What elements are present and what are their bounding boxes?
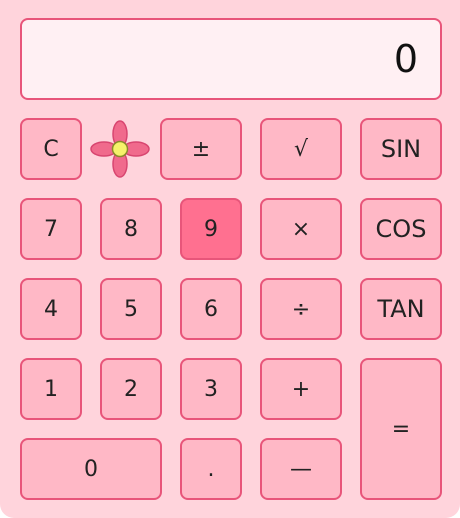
clear-button[interactable]: C — [20, 118, 82, 180]
multiply-button[interactable]: × — [260, 198, 342, 260]
digit-5-button[interactable]: 5 — [100, 278, 162, 340]
digit-0-button[interactable]: 0 — [20, 438, 162, 500]
minus-button[interactable]: — — [260, 438, 342, 500]
divide-button[interactable]: ÷ — [260, 278, 342, 340]
digit-4-button[interactable]: 4 — [20, 278, 82, 340]
display-screen: 0 — [20, 18, 442, 100]
digit-8-button[interactable]: 8 — [100, 198, 162, 260]
calculator: 0 C ± √ SIN 7 8 9 × COS 4 5 6 ÷ TAN 1 2 … — [0, 0, 460, 518]
sin-button[interactable]: SIN — [360, 118, 442, 180]
digit-7-button[interactable]: 7 — [20, 198, 82, 260]
digit-6-button[interactable]: 6 — [180, 278, 242, 340]
digit-1-button[interactable]: 1 — [20, 358, 82, 420]
plus-button[interactable]: + — [260, 358, 342, 420]
equals-button[interactable]: = — [360, 358, 442, 500]
digit-3-button[interactable]: 3 — [180, 358, 242, 420]
digit-9-button[interactable]: 9 — [180, 198, 242, 260]
cos-button[interactable]: COS — [360, 198, 442, 260]
tan-button[interactable]: TAN — [360, 278, 442, 340]
digit-2-button[interactable]: 2 — [100, 358, 162, 420]
flower-icon — [90, 120, 150, 178]
sqrt-button[interactable]: √ — [260, 118, 342, 180]
plus-minus-button[interactable]: ± — [160, 118, 242, 180]
decimal-point-button[interactable]: . — [180, 438, 242, 500]
